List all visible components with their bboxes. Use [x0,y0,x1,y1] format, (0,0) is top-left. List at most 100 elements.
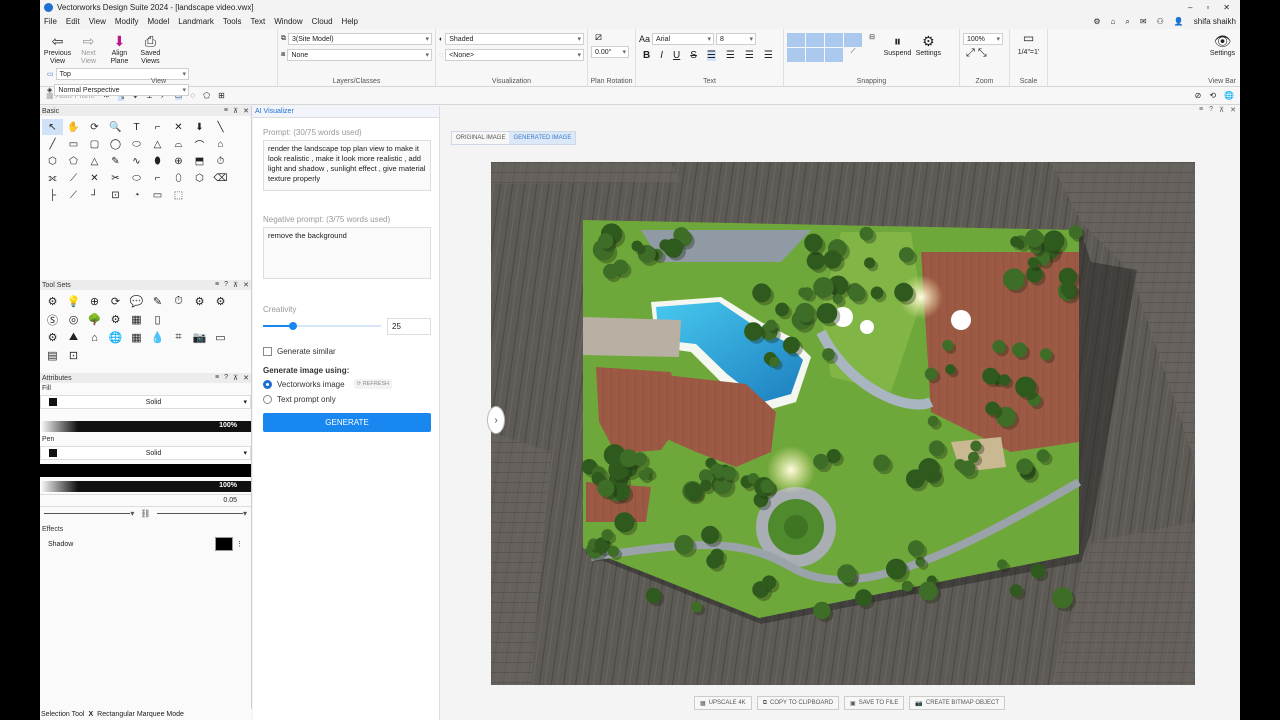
basic-tool-1-icon[interactable]: ✋ [63,119,84,135]
scale-value[interactable]: 1/4"=1' [1013,49,1044,56]
bold-button[interactable]: B [643,50,650,61]
creativity-value-field[interactable]: 25 [387,317,431,335]
copy-clipboard-button[interactable]: ⧉ COPY TO CLIPBOARD [756,696,840,710]
end-marker-line[interactable] [156,513,243,514]
basic-tool-17-icon[interactable]: ⌂ [210,136,231,152]
close-button[interactable]: ✕ [1223,3,1230,12]
search-icon[interactable]: ⌕ [1125,17,1129,27]
option-text-prompt[interactable]: Text prompt only [263,395,439,404]
basic-tool-15-icon[interactable]: ⌓ [168,136,189,152]
basic-tool-38-icon[interactable]: ┘ [84,187,105,203]
help-icon[interactable]: ? [1209,106,1213,118]
fill-opacity-slider[interactable]: 100% [40,421,251,432]
tool-set-15-icon[interactable] [168,311,189,328]
pen-color-swatch[interactable] [49,449,57,457]
line-weight-field[interactable]: 0.05 [40,494,251,506]
marker-link-icon[interactable]: ⛓ [140,509,150,518]
class-select[interactable]: None [287,49,432,61]
snap-distance-icon[interactable]: ⊟ [863,33,881,47]
tool-set-7-icon[interactable]: ⚙ [189,293,210,310]
strike-button[interactable]: S [690,50,697,61]
basic-tool-21-icon[interactable]: ✎ [105,153,126,169]
underline-button[interactable]: U [673,50,680,61]
menu-window[interactable]: Window [274,17,302,26]
palette-menu-icon[interactable]: ≡ [215,281,219,289]
basic-tool-19-icon[interactable]: ⬠ [63,153,84,169]
basic-tool-27-icon[interactable]: ⟗ [42,170,63,186]
collapse-panel-icon[interactable]: › [487,406,505,434]
fill-style-select[interactable]: Solid ▾ [40,395,251,409]
tool-set-0-icon[interactable]: ⚙ [42,293,63,310]
basic-tool-18-icon[interactable]: ⬡ [42,153,63,169]
tool-set-24-icon[interactable]: ⌗ [168,329,189,346]
basic-tool-36-icon[interactable]: ├ [42,187,63,203]
user-icon[interactable]: 👤 [1174,17,1184,26]
tool-set-2-icon[interactable]: ⊕ [84,293,105,310]
basic-tool-37-icon[interactable]: ⟋ [63,187,84,203]
line-markers-row[interactable]: ▾ ⛓ ▾ [40,506,251,520]
tool-set-8-icon[interactable]: ⚙ [210,293,231,310]
generate-similar-checkbox[interactable]: Generate similar [263,347,439,356]
projection-select[interactable]: Normal Perspective [54,84,189,96]
creativity-slider-knob[interactable] [288,322,297,330]
tool-set-18-icon[interactable]: ⚙ [42,329,63,346]
plan-rotation-field[interactable]: 0.00° [591,46,629,58]
menu-modify[interactable]: Modify [115,17,139,26]
tool-set-10-icon[interactable]: ◎ [63,311,84,328]
render-mode-select[interactable]: Shaded [445,33,584,45]
pin-icon[interactable]: ⊼ [233,107,238,115]
upscale-button[interactable]: ▦ UPSCALE 4K [694,696,752,710]
zoom-select[interactable]: 100% [963,33,1003,45]
home-icon[interactable]: ⌂ [1111,17,1116,26]
tool-set-3-icon[interactable]: ⟳ [105,293,126,310]
snap-intersection-icon[interactable] [844,33,862,47]
pin-icon[interactable]: ⊼ [1219,106,1224,118]
align-left-icon[interactable]: ☰ [706,50,716,61]
previous-view-button[interactable]: ⇦ Previous View [43,33,72,66]
suspend-snapping-button[interactable]: ⏸ Suspend [883,33,912,58]
close-icon[interactable]: ✕ [243,107,249,115]
menu-edit[interactable]: Edit [66,17,80,26]
viewbar-settings-button[interactable]: 👁 Settings [1208,33,1237,58]
tab-original-image[interactable]: ORIGINAL IMAGE [452,132,510,144]
close-icon[interactable]: ✕ [1230,106,1236,118]
help-icon[interactable]: ? [224,374,228,382]
snap-surface-icon[interactable]: ⟋ [844,48,862,62]
tool-set-4-icon[interactable]: 💬 [126,293,147,310]
close-icon[interactable]: ✕ [243,374,249,382]
snap-tangent-icon[interactable] [787,48,805,62]
italic-button[interactable]: I [660,50,663,61]
basic-tool-13-icon[interactable]: ⬭ [126,136,147,152]
plan-rotation-icon[interactable]: ⧄ [595,31,632,44]
tool-set-22-icon[interactable]: ▦ [126,329,147,346]
next-view-button[interactable]: ⇨ Next View [74,33,103,66]
align-plane-button[interactable]: ⬇ Align Plane [105,33,134,66]
ai-visualizer-title[interactable]: AI Visualizer [255,108,294,115]
basic-tool-34-icon[interactable]: ⬡ [189,170,210,186]
zoom-fit-icon[interactable]: ⤢ ⤡ [963,47,1006,60]
help-icon[interactable]: ? [224,281,228,289]
snap-angle-icon[interactable] [825,33,843,47]
basic-tool-24-icon[interactable]: ⊕ [168,153,189,169]
creativity-slider[interactable] [263,322,381,330]
menu-view[interactable]: View [89,17,106,26]
basic-tool-26-icon[interactable]: ⏱ [210,153,231,169]
radio-unselected[interactable] [263,395,272,404]
pen-style-select[interactable]: Solid ▾ [40,446,251,460]
menu-landmark[interactable]: Landmark [178,17,214,26]
tool-set-28-icon[interactable]: ⊡ [63,347,84,364]
menu-model[interactable]: Model [147,17,169,26]
globe-icon[interactable]: 🌐 [1224,91,1234,100]
close-icon[interactable]: ✕ [243,281,249,289]
pin-icon[interactable]: ⊼ [233,374,238,382]
basic-tool-6-icon[interactable]: ✕ [168,119,189,135]
select-settings-icon[interactable]: ⊞ [218,91,225,100]
basic-tool-30-icon[interactable]: ✂ [105,170,126,186]
palette-menu-icon[interactable]: ≡ [215,374,219,382]
basic-tool-40-icon[interactable]: ◔ [126,187,147,203]
user-name[interactable]: shifa shaikh [1194,17,1236,26]
basic-tool-41-icon[interactable]: ▭ [147,187,168,203]
align-right-icon[interactable]: ☰ [745,50,754,61]
justify-icon[interactable]: ☰ [764,50,773,61]
basic-tool-3-icon[interactable]: 🔍 [105,119,126,135]
